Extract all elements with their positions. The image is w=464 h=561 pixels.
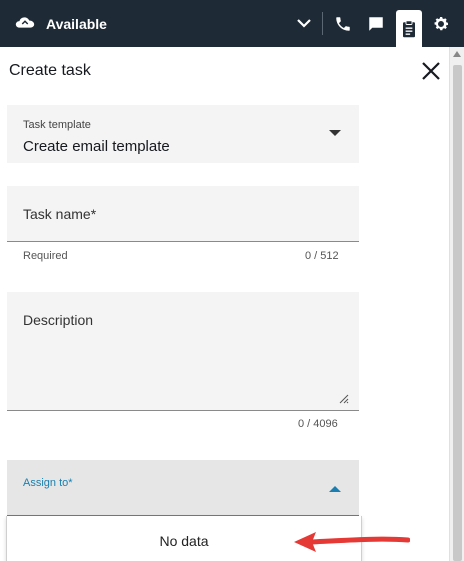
assign-to-select[interactable]: Assign to* [7, 460, 359, 516]
phone-icon[interactable] [330, 11, 356, 37]
scrollbar[interactable] [449, 47, 464, 561]
status-label: Available [46, 15, 107, 32]
scroll-up-arrow-icon[interactable] [453, 51, 461, 57]
task-name-placeholder: Task name* [23, 206, 97, 222]
cloud-icon [15, 16, 35, 28]
resize-handle-icon[interactable] [337, 392, 349, 404]
close-icon[interactable] [420, 60, 442, 82]
chevron-down-icon[interactable] [296, 15, 312, 31]
status-dropdown[interactable]: Available [8, 10, 314, 37]
top-bar: Available [0, 0, 464, 47]
chat-icon[interactable] [363, 11, 389, 37]
assign-to-label: Assign to* [23, 477, 73, 489]
caret-down-icon [329, 130, 341, 136]
task-name-counter: 0 / 512 [305, 250, 339, 262]
description-textarea[interactable]: Description [7, 292, 359, 411]
task-template-label: Task template [23, 119, 91, 131]
divider [322, 12, 323, 35]
task-template-value: Create email template [23, 138, 170, 155]
scroll-thumb[interactable] [453, 65, 462, 561]
description-placeholder: Description [23, 312, 94, 328]
description-counter: 0 / 4096 [298, 418, 338, 430]
clipboard-icon[interactable] [396, 10, 422, 47]
red-arrow-icon [294, 532, 410, 552]
task-name-helper: Required [23, 250, 68, 262]
gear-icon[interactable] [428, 11, 454, 37]
task-name-input[interactable]: Task name* [7, 186, 359, 242]
panel-title: Create task [9, 62, 91, 79]
caret-up-icon [329, 486, 341, 492]
task-template-select[interactable]: Task template Create email template [7, 105, 359, 163]
